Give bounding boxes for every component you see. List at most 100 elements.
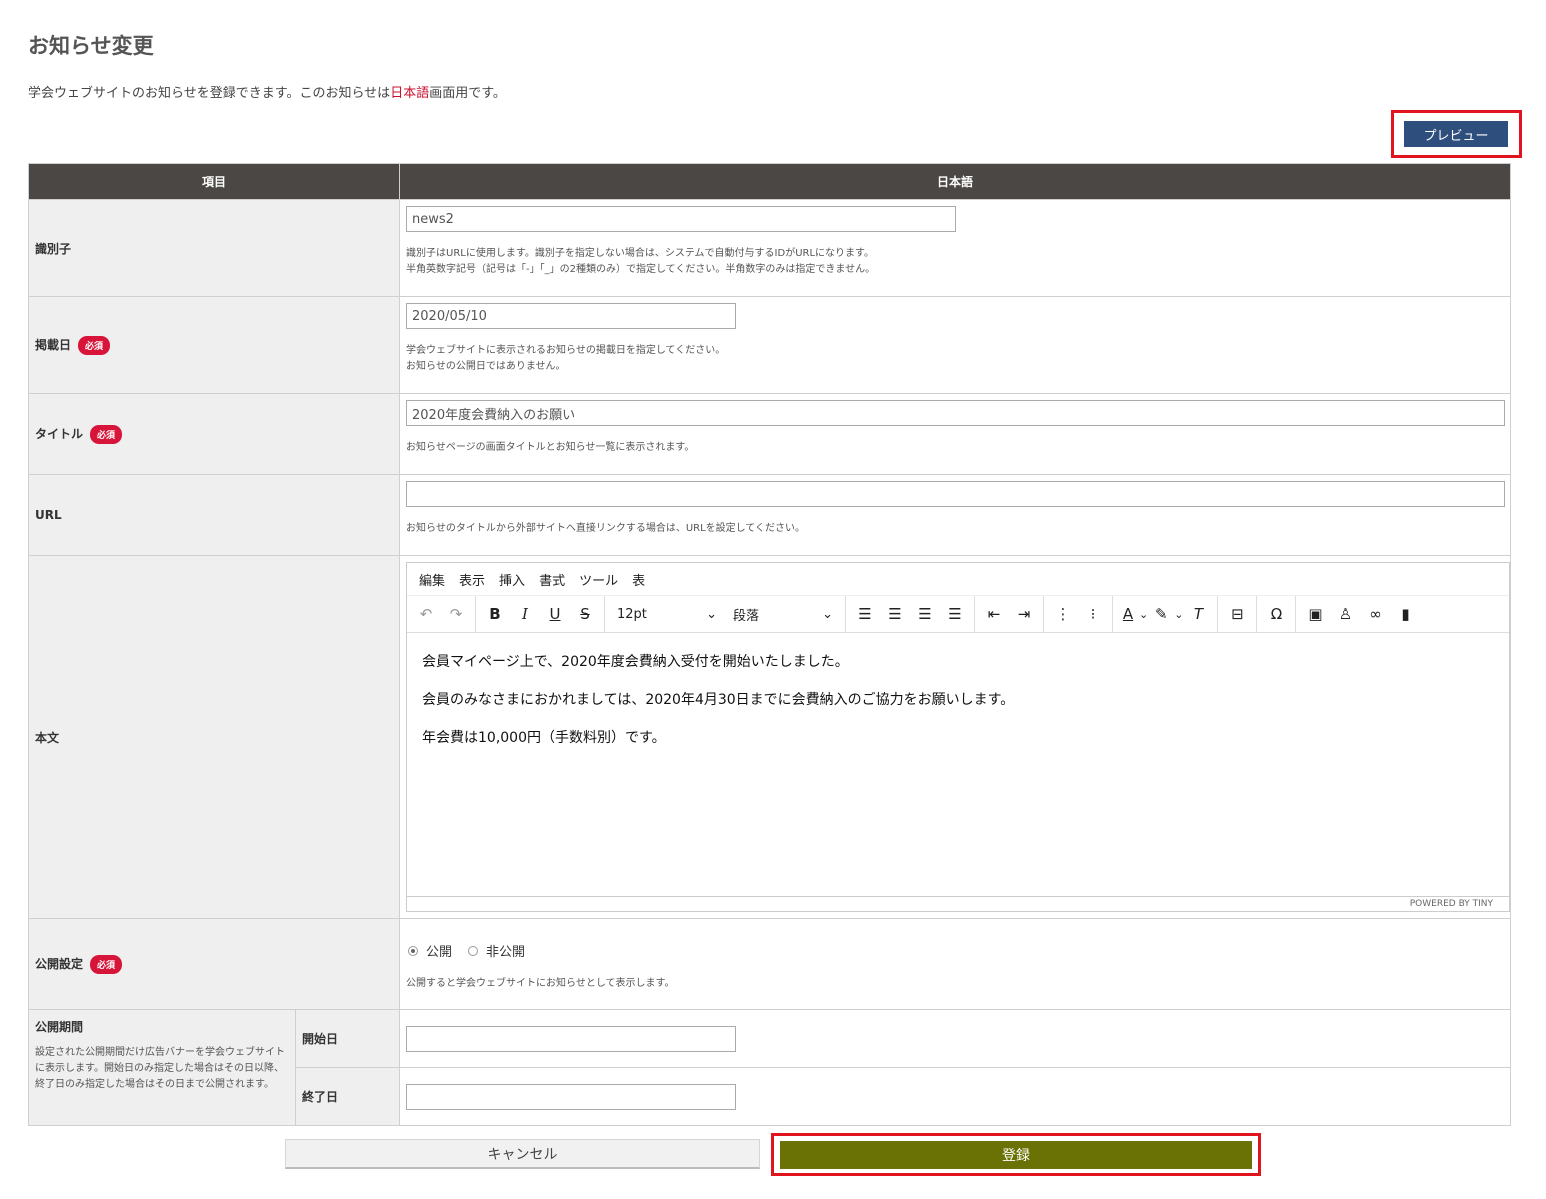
cancel-button[interactable]: キャンセル xyxy=(285,1139,760,1169)
numbered-list-icon[interactable]: ⋮ xyxy=(1048,605,1078,623)
body-label: 本文 xyxy=(27,555,401,919)
intro-language-highlight: 日本語 xyxy=(390,86,430,101)
title-label-cell: タイトル 必須 xyxy=(27,393,401,475)
row-title: タイトル必須 お知らせページの画面タイトルとお知らせ一覧に表示されます。 xyxy=(27,393,1511,475)
page-break-icon[interactable]: ⊟ xyxy=(1222,605,1252,623)
title-label: タイトル xyxy=(35,426,84,441)
toolbar-select-group: 12pt ⌄ 段落 ⌄ xyxy=(605,596,847,632)
identifier-input[interactable] xyxy=(406,206,957,232)
toolbar-char-group: Ω xyxy=(1257,596,1297,632)
editor-statusbar: POWERED BY TINY xyxy=(407,896,1509,911)
toolbar-list-group: ⋮ ⁝ xyxy=(1044,596,1114,632)
post-date-cell: 学会ウェブサイトに表示されるお知らせの掲載日を指定してください。 お知らせの公開… xyxy=(399,296,1511,394)
font-size-select[interactable]: 12pt ⌄ xyxy=(609,607,725,622)
redo-icon[interactable]: ↷ xyxy=(441,605,471,623)
menu-view[interactable]: 表示 xyxy=(459,570,485,589)
intro-text-after: 画面用です。 xyxy=(429,86,506,101)
bold-icon[interactable]: B xyxy=(480,605,510,623)
body-paragraph: 会員マイページ上で、2020年度会費納入受付を開始いたしました。 xyxy=(422,654,849,670)
chevron-down-icon[interactable]: ⌄ xyxy=(1139,608,1148,621)
post-date-help-line2: お知らせの公開日ではありません。 xyxy=(406,361,566,372)
url-label: URL xyxy=(27,474,401,556)
period-start-cell xyxy=(399,1009,1511,1068)
text-color-icon[interactable]: A xyxy=(1117,605,1139,623)
period-end-label: 終了日 xyxy=(294,1067,401,1126)
url-cell: お知らせのタイトルから外部サイトへ直接リンクする場合は、URLを設定してください… xyxy=(399,474,1511,556)
toolbar-insert-group: ▣ ♙ ∞ ▮ xyxy=(1296,596,1424,632)
post-date-input[interactable] xyxy=(406,303,737,329)
period-start-input[interactable] xyxy=(406,1025,737,1052)
register-button[interactable]: 登録 xyxy=(780,1141,1252,1169)
title-cell: お知らせページの画面タイトルとお知らせ一覧に表示されます。 xyxy=(399,393,1511,475)
image-icon[interactable]: ▣ xyxy=(1300,605,1330,623)
radio-public-label[interactable]: 公開 xyxy=(426,941,452,960)
indent-icon[interactable]: ⇥ xyxy=(1009,605,1039,623)
editor-content-area[interactable]: 会員マイページ上で、2020年度会費納入受付を開始いたしました。 会員のみなさま… xyxy=(407,633,1509,896)
body-paragraph: 会員のみなさまにおかれましては、2020年4月30日までに会費納入のご協力をお願… xyxy=(422,692,1015,708)
bullet-list-icon[interactable]: ⁝ xyxy=(1078,605,1108,623)
post-date-label-cell: 掲載日 必須 xyxy=(27,296,401,394)
post-date-label: 掲載日 xyxy=(35,337,72,352)
publish-label-cell: 公開設定 必須 xyxy=(27,918,401,1010)
required-badge: 必須 xyxy=(90,954,123,974)
bookmark-icon[interactable]: ▮ xyxy=(1390,605,1420,623)
required-badge: 必須 xyxy=(90,424,123,444)
period-label-cell: 公開期間 設定された公開期間だけ広告バナーを学会ウェブサイトに表示します。開始日… xyxy=(28,1009,296,1126)
identifier-help-line1: 識別子はURLに使用します。識別子を指定しない場合は、システムで自動付与するID… xyxy=(406,248,875,259)
intro-text-before: 学会ウェブサイトのお知らせを登録できます。このお知らせは xyxy=(28,86,391,101)
radio-private[interactable] xyxy=(468,945,479,956)
italic-icon[interactable]: I xyxy=(510,605,540,623)
menu-edit[interactable]: 編集 xyxy=(419,570,445,589)
toolbar-color-group: A ⌄ ✎ ⌄ T xyxy=(1113,596,1219,632)
row-identifier: 識別子 識別子はURLに使用します。識別子を指定しない場合は、システムで自動付与… xyxy=(27,199,1511,297)
align-left-icon[interactable]: ☰ xyxy=(850,605,880,623)
chevron-down-icon: ⌄ xyxy=(822,606,834,622)
block-format-value: 段落 xyxy=(733,608,760,624)
url-input[interactable] xyxy=(406,481,1506,507)
block-format-select[interactable]: 段落 ⌄ xyxy=(725,605,841,624)
strikethrough-icon[interactable]: S xyxy=(570,605,600,623)
row-body: 本文 編集 表示 挿入 書式 ツール 表 ↶ ↷ B I U S 12pt ⌄ … xyxy=(27,555,1511,919)
special-character-icon[interactable]: Ω xyxy=(1261,605,1291,623)
post-date-help-line1: 学会ウェブサイトに表示されるお知らせの掲載日を指定してください。 xyxy=(406,345,726,356)
identifier-label: 識別子 xyxy=(27,199,401,297)
news-form-table: 項目 日本語 識別子 識別子はURLに使用します。識別子を指定しない場合は、シス… xyxy=(27,163,1511,1126)
undo-icon[interactable]: ↶ xyxy=(411,605,441,623)
period-end-input[interactable] xyxy=(406,1083,737,1110)
title-input[interactable] xyxy=(406,400,1506,426)
preview-button[interactable]: プレビュー xyxy=(1404,121,1508,147)
column-header-item: 項目 xyxy=(27,163,401,200)
align-center-icon[interactable]: ☰ xyxy=(880,605,910,623)
preview-highlight-box: プレビュー xyxy=(1391,110,1522,158)
page-title: お知らせ変更 xyxy=(28,34,154,58)
radio-public[interactable] xyxy=(408,945,419,956)
align-right-icon[interactable]: ☰ xyxy=(910,605,940,623)
body-cell: 編集 表示 挿入 書式 ツール 表 ↶ ↷ B I U S 12pt ⌄ 段落 … xyxy=(399,555,1511,919)
outdent-icon[interactable]: ⇤ xyxy=(979,605,1009,623)
menu-table[interactable]: 表 xyxy=(632,570,645,589)
identifier-help-line2: 半角英数字記号（記号は「-」「_」の2種類のみ）で指定してください。半角数字のみ… xyxy=(406,264,876,275)
radio-private-label[interactable]: 非公開 xyxy=(486,941,525,960)
chevron-down-icon[interactable]: ⌄ xyxy=(1174,608,1183,621)
menu-tools[interactable]: ツール xyxy=(579,570,618,589)
link-icon[interactable]: ∞ xyxy=(1360,605,1390,623)
toolbar-align-group: ☰ ☰ ☰ ☰ xyxy=(846,596,976,632)
underline-icon[interactable]: U xyxy=(540,605,570,623)
rich-text-editor: 編集 表示 挿入 書式 ツール 表 ↶ ↷ B I U S 12pt ⌄ 段落 … xyxy=(406,562,1510,912)
title-help: お知らせページの画面タイトルとお知らせ一覧に表示されます。 xyxy=(406,442,695,453)
register-highlight-box: 登録 xyxy=(771,1133,1261,1176)
stamp-icon[interactable]: ♙ xyxy=(1330,605,1360,623)
period-description: 設定された公開期間だけ広告バナーを学会ウェブサイトに表示します。開始日のみ指定し… xyxy=(35,1047,285,1090)
row-publish: 公開設定 必須 公開 非公開 公開すると学会ウェブサイトにお知らせとして表示します… xyxy=(27,918,1511,1010)
chevron-down-icon: ⌄ xyxy=(706,606,718,622)
align-justify-icon[interactable]: ☰ xyxy=(940,605,970,623)
publish-radio-group: 公開 非公開 xyxy=(406,941,1504,960)
identifier-help: 識別子はURLに使用します。識別子を指定しない場合は、システムで自動付与するID… xyxy=(406,246,1504,278)
table-header-row: 項目 日本語 xyxy=(27,163,1511,200)
menu-format[interactable]: 書式 xyxy=(539,570,565,589)
menu-insert[interactable]: 挿入 xyxy=(499,570,525,589)
publish-help: 公開すると学会ウェブサイトにお知らせとして表示します。 xyxy=(406,978,675,989)
clear-formatting-icon[interactable]: T xyxy=(1183,605,1213,623)
toolbar-format-group: B I U S xyxy=(476,596,606,632)
highlight-color-icon[interactable]: ✎ xyxy=(1148,605,1174,623)
